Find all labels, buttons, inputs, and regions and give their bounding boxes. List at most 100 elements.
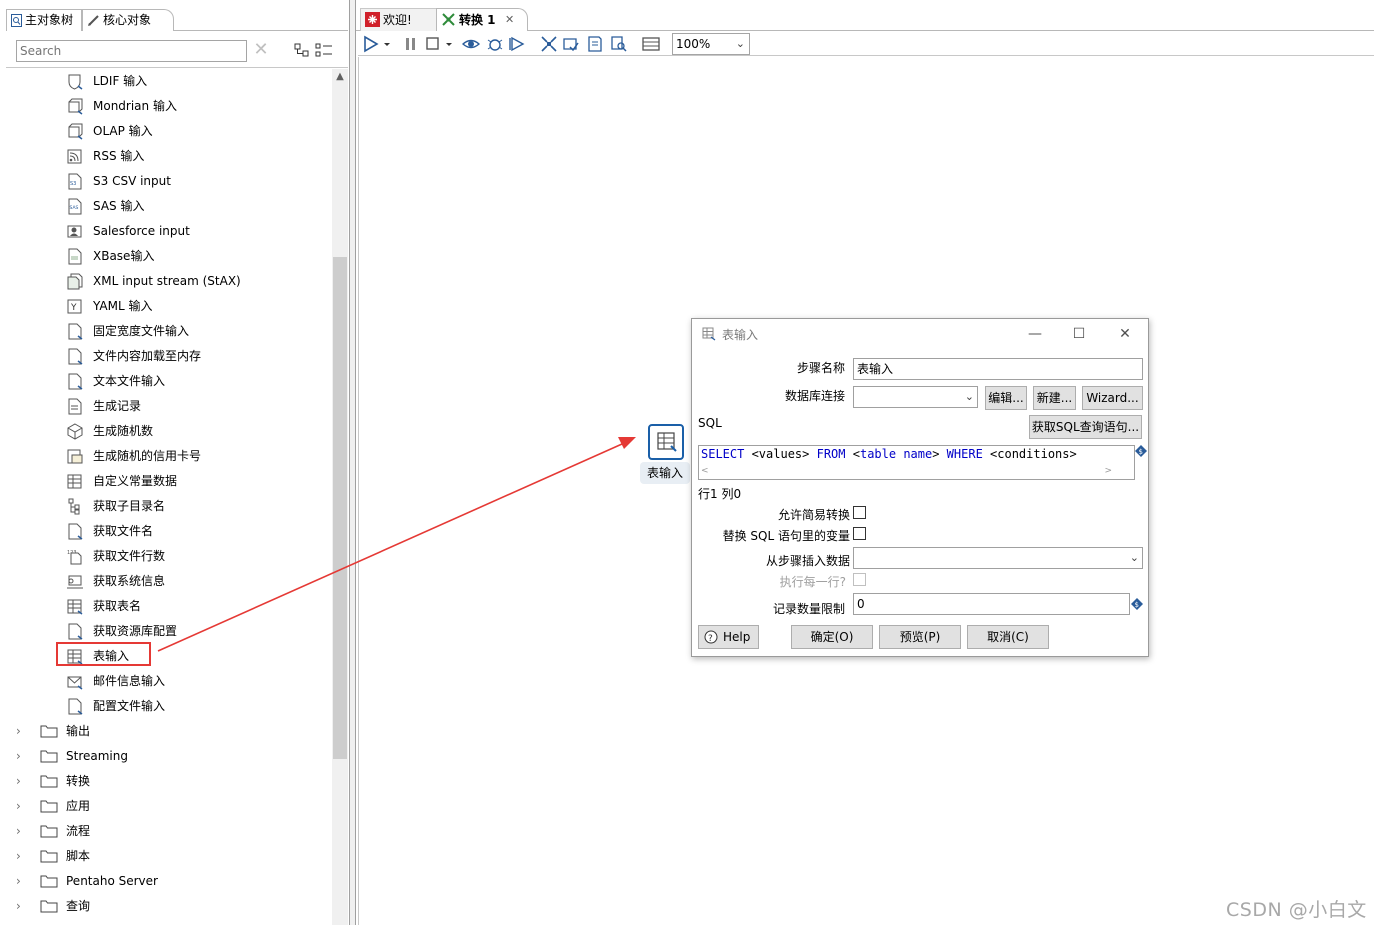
tree-item[interactable]: 邮件信息输入 [6, 670, 332, 692]
chevron-right-icon[interactable]: › [16, 845, 26, 867]
tree-item-table-input[interactable]: 表输入 [6, 645, 332, 667]
get-sql-button[interactable]: 获取SQL查询语句... [1029, 415, 1142, 439]
show-results-icon[interactable] [642, 35, 660, 53]
pencil-icon [88, 15, 99, 26]
close-icon[interactable]: ✕ [1114, 323, 1136, 345]
sql-keyword: table name [859, 447, 933, 461]
tree-item[interactable]: 获取文件名 [6, 520, 332, 542]
tree-category[interactable]: › 转换 [6, 770, 332, 792]
tree-item[interactable]: S3 S3 CSV input [6, 170, 332, 192]
run-dropdown-icon[interactable] [382, 35, 392, 53]
variable-icon[interactable]: $ [1131, 598, 1143, 610]
stop-icon[interactable] [424, 35, 442, 53]
sql-icon[interactable] [586, 35, 604, 53]
insert-from-step-select[interactable]: ⌄ [853, 547, 1143, 569]
file-lines-icon: 123 [67, 550, 82, 565]
debug-icon[interactable] [486, 35, 504, 53]
expand-tree-icon[interactable] [293, 42, 311, 58]
ok-button[interactable]: 确定(O) [791, 625, 873, 649]
scroll-right-icon[interactable]: > [1104, 466, 1112, 476]
tab-core-objects[interactable]: 核心对象 [82, 9, 174, 31]
tree-category[interactable]: › 流程 [6, 820, 332, 842]
new-connection-button[interactable]: 新建... [1033, 386, 1076, 410]
tree-item[interactable]: 生成随机的信用卡号 [6, 445, 332, 467]
collapse-tree-icon[interactable] [314, 42, 334, 58]
tree-item[interactable]: 123 获取文件行数 [6, 545, 332, 567]
stop-dropdown-icon[interactable] [444, 35, 454, 53]
connection-select[interactable]: ⌄ [853, 386, 978, 408]
edit-connection-button[interactable]: 编辑... [985, 386, 1027, 410]
sql-horizontal-scrollbar[interactable]: < > [699, 466, 1134, 479]
tree-item[interactable]: 配置文件输入 [6, 695, 332, 717]
scrollbar-thumb[interactable] [333, 257, 347, 759]
tree-item[interactable]: 获取子目录名 [6, 495, 332, 517]
panel-splitter[interactable] [350, 0, 356, 925]
lazy-conversion-checkbox[interactable] [853, 506, 866, 519]
tree-category[interactable]: › Pentaho Server [6, 870, 332, 892]
replace-variables-checkbox[interactable] [853, 527, 866, 540]
search-input[interactable] [16, 40, 247, 62]
tree-item[interactable]: 获取资源库配置 [6, 620, 332, 642]
tree-scrollbar[interactable]: ▲ [332, 69, 348, 925]
tree-category[interactable]: › 查询 [6, 895, 332, 917]
scroll-left-icon[interactable]: < [701, 466, 709, 476]
tree-item[interactable]: XML input stream (StAX) [6, 270, 332, 292]
run-icon[interactable] [362, 35, 380, 53]
tree-item[interactable]: SAS SAS 输入 [6, 195, 332, 217]
sql-editor[interactable]: SELECT <values> FROM <table name> WHERE … [698, 445, 1135, 480]
limit-input[interactable]: 0 [853, 593, 1130, 615]
tree-item[interactable]: 固定宽度文件输入 [6, 320, 332, 342]
chevron-right-icon[interactable]: › [16, 795, 26, 817]
replay-icon[interactable] [508, 35, 526, 53]
tree-item[interactable]: Salesforce input [6, 220, 332, 242]
tree-item[interactable]: Mondrian 输入 [6, 95, 332, 117]
tree-item[interactable]: Y YAML 输入 [6, 295, 332, 317]
tree-item[interactable]: LDIF 输入 [6, 70, 332, 92]
tree-category[interactable]: › 应用 [6, 795, 332, 817]
tree-item[interactable]: 获取系统信息 [6, 570, 332, 592]
analyze-impact-icon[interactable] [562, 35, 580, 53]
dialog-titlebar[interactable]: 表输入 — ☐ ✕ [692, 319, 1148, 349]
tree-item[interactable]: 生成随机数 [6, 420, 332, 442]
tree-item[interactable]: RSS 输入 [6, 145, 332, 167]
tab-transformation-1[interactable]: 转换 1 ✕ [436, 8, 528, 31]
tree-item[interactable]: 获取表名 [6, 595, 332, 617]
chevron-right-icon[interactable]: › [16, 870, 26, 892]
explore-database-icon[interactable] [610, 35, 628, 53]
chevron-right-icon[interactable]: › [16, 820, 26, 842]
tree-item[interactable]: 文本文件输入 [6, 370, 332, 392]
zoom-select[interactable]: 100% ⌄ [672, 33, 750, 55]
maximize-icon[interactable]: ☐ [1068, 323, 1090, 345]
tab-welcome[interactable]: 欢迎! [360, 8, 438, 31]
preview-icon[interactable] [462, 35, 480, 53]
chevron-right-icon[interactable]: › [16, 745, 26, 767]
scroll-up-icon[interactable]: ▲ [332, 69, 348, 85]
minimize-icon[interactable]: — [1024, 323, 1046, 345]
tree-category[interactable]: › 脚本 [6, 845, 332, 867]
canvas-step-table-input[interactable] [648, 424, 684, 460]
s3-file-icon: S3 [68, 173, 82, 190]
tree-item[interactable]: 文件内容加载至内存 [6, 345, 332, 367]
tab-main-object-tree[interactable]: 主对象树 [6, 9, 82, 31]
cancel-button[interactable]: 取消(C) [967, 625, 1049, 649]
verify-icon[interactable] [540, 35, 558, 53]
tree-category[interactable]: › Streaming [6, 745, 332, 767]
tree-item[interactable]: OLAP 输入 [6, 120, 332, 142]
variable-icon[interactable]: $ [1135, 445, 1147, 457]
help-button[interactable]: ? Help [698, 625, 759, 649]
wizard-button[interactable]: Wizard... [1082, 386, 1143, 410]
pause-icon[interactable] [402, 35, 420, 53]
search-row: ✕ [6, 32, 348, 68]
chevron-right-icon[interactable]: › [16, 720, 26, 742]
tree-item[interactable]: 自定义常量数据 [6, 470, 332, 492]
chevron-right-icon[interactable]: › [16, 770, 26, 792]
chevron-right-icon[interactable]: › [16, 895, 26, 917]
preview-button[interactable]: 预览(P) [879, 625, 961, 649]
step-name-input[interactable]: 表输入 [853, 358, 1143, 380]
tree-item[interactable]: 生成记录 [6, 395, 332, 417]
execute-each-row-checkbox[interactable] [853, 573, 866, 586]
tree-item[interactable]: XBase输入 [6, 245, 332, 267]
close-tab-icon[interactable]: ✕ [505, 9, 514, 31]
clear-search-icon[interactable]: ✕ [252, 41, 270, 59]
tree-category[interactable]: › 输出 [6, 720, 332, 742]
